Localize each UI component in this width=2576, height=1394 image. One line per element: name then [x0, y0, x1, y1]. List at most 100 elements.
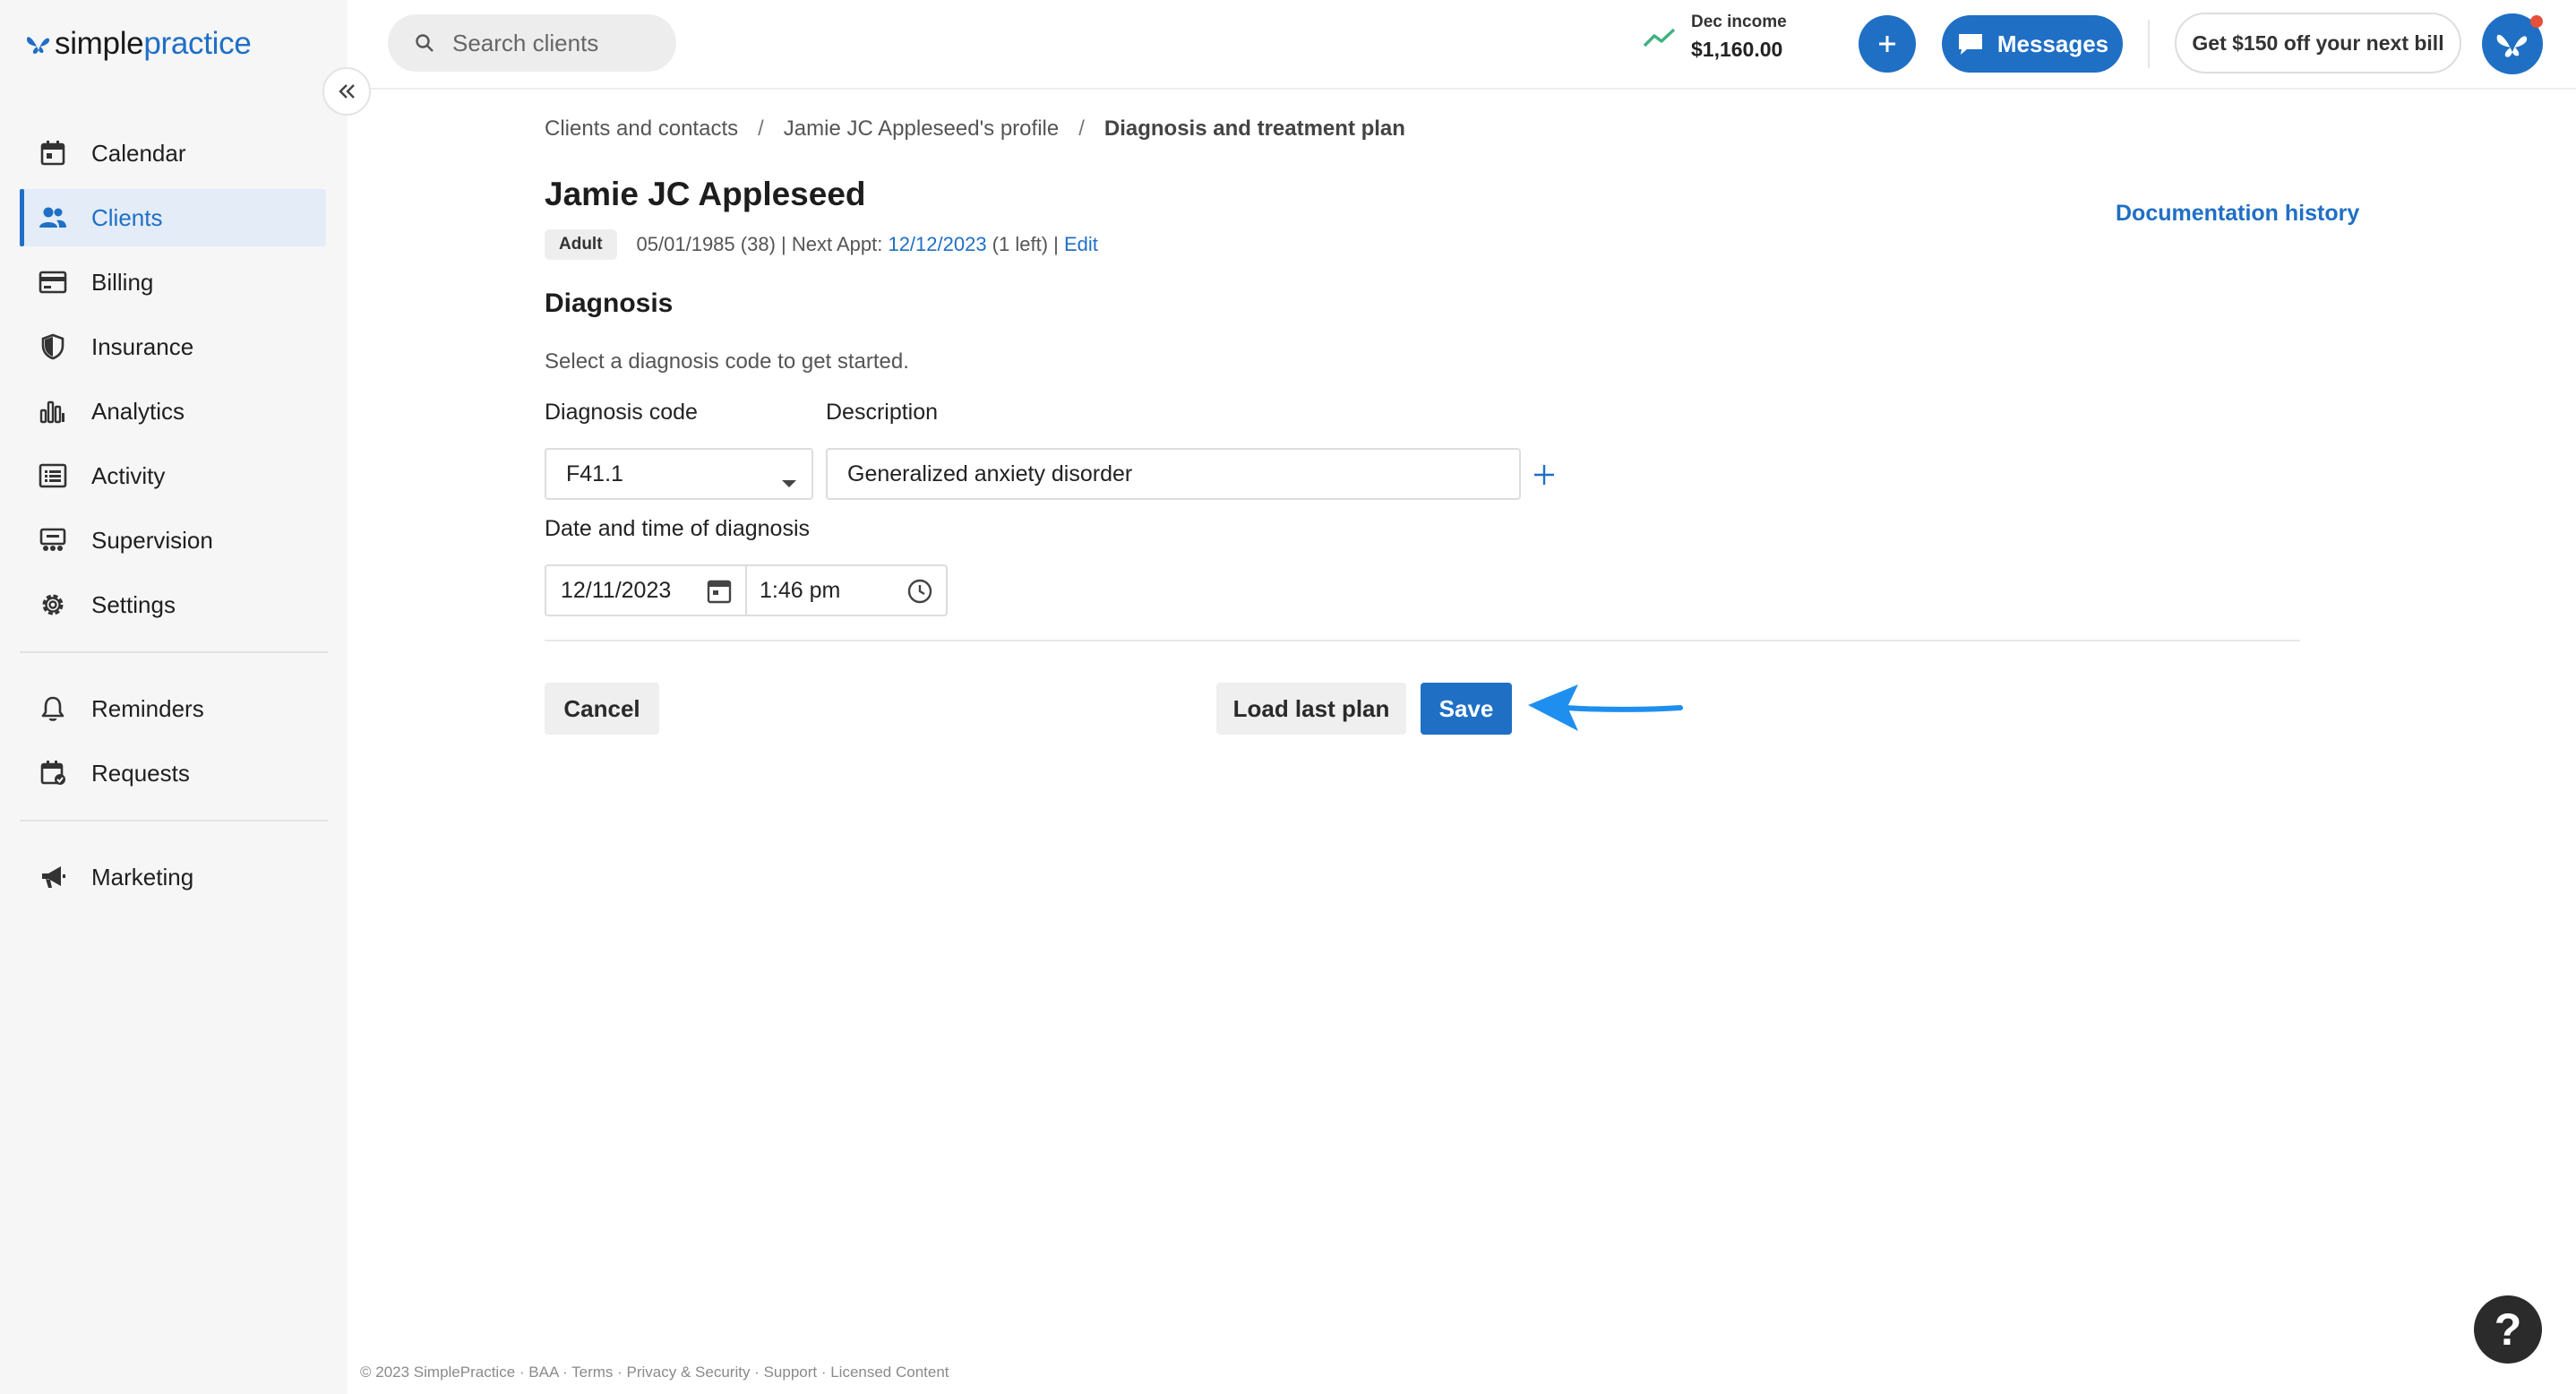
description-label: Description [826, 400, 939, 425]
save-button[interactable]: Save [1421, 683, 1512, 735]
sidebar-item-insurance[interactable]: Insurance [20, 318, 326, 375]
diagnosis-time-input[interactable]: 1:46 pm [747, 566, 946, 615]
megaphone-icon [38, 862, 68, 892]
sidebar: simple practice Calendar Clients Billing … [0, 0, 348, 1394]
page-title: Jamie JC Appleseed [545, 176, 866, 212]
list-icon [38, 460, 68, 491]
sidebar-item-label: Reminders [91, 694, 204, 722]
diagnosis-date-value: 12/11/2023 [561, 577, 672, 603]
clock-icon[interactable] [906, 578, 933, 605]
diagnosis-date-input[interactable]: 12/11/2023 [546, 566, 747, 615]
messages-button[interactable]: Messages [1942, 15, 2123, 73]
chat-bubble-icon [1956, 30, 1985, 57]
breadcrumb-separator: / [758, 116, 764, 141]
next-appt-link[interactable]: 12/12/2023 [888, 233, 986, 256]
sidebar-item-label: Settings [91, 590, 176, 618]
diagnosis-time-value: 1:46 pm [760, 577, 841, 603]
credit-card-icon [38, 267, 68, 297]
shield-icon [38, 331, 68, 362]
income-label: Dec income [1691, 13, 1787, 31]
documentation-history-link[interactable]: Documentation history [2116, 201, 2359, 227]
sidebar-item-reminders[interactable]: Reminders [20, 680, 326, 737]
sidebar-item-label: Insurance [91, 332, 194, 360]
sidebar-item-label: Marketing [91, 863, 194, 891]
diagnosis-code-value: F41.1 [566, 460, 623, 486]
notification-dot [2530, 15, 2543, 28]
search-placeholder: Search clients [452, 29, 599, 56]
monthly-income-widget[interactable]: Dec income $1,160.00 [1643, 13, 1787, 62]
plus-icon [1534, 465, 1554, 485]
sidebar-item-requests[interactable]: Requests [20, 744, 326, 802]
collapse-sidebar-button[interactable] [322, 67, 371, 116]
top-bar: Search clients Dec income $1,160.00 Mess… [348, 0, 2576, 90]
sidebar-item-clients[interactable]: Clients [20, 189, 326, 246]
appointments-remaining: (1 left) | [986, 233, 1064, 255]
diagnosis-code-label: Diagnosis code [545, 400, 698, 425]
gear-icon [38, 589, 68, 620]
simplepractice-logo[interactable]: simple practice [25, 22, 252, 66]
logo-text-simple: simple [55, 26, 144, 61]
income-value: $1,160.00 [1691, 38, 1783, 61]
sidebar-item-label: Activity [91, 461, 166, 489]
arrow-annotation-icon [1528, 684, 1683, 731]
next-appt-label: | Next Appt: [775, 233, 889, 255]
users-icon [38, 202, 68, 233]
description-field[interactable]: Generalized anxiety disorder [826, 448, 1521, 500]
search-clients-input[interactable]: Search clients [388, 14, 676, 72]
calendar-icon [38, 138, 68, 168]
messages-label: Messages [1996, 30, 2109, 57]
sidebar-item-calendar[interactable]: Calendar [20, 125, 326, 182]
breadcrumb-separator: / [1078, 116, 1085, 141]
butterfly-icon [2496, 34, 2528, 57]
help-button[interactable]: ? [2474, 1295, 2542, 1364]
client-dob: 05/01/1985 (38) [636, 233, 776, 255]
caret-down-icon [781, 469, 797, 495]
plus-icon [1879, 36, 1895, 52]
sidebar-item-billing[interactable]: Billing [20, 254, 326, 311]
sidebar-item-label: Calendar [91, 139, 186, 167]
topbar-divider [2148, 20, 2150, 68]
calendar-icon[interactable] [706, 578, 733, 605]
supervision-icon [38, 525, 68, 555]
breadcrumb-clients-link[interactable]: Clients and contacts [545, 116, 738, 142]
sidebar-item-label: Billing [91, 268, 154, 296]
client-meta: Adult 05/01/1985 (38) | Next Appt: 12/12… [545, 229, 1098, 260]
breadcrumb-current: Diagnosis and treatment plan [1103, 116, 1405, 141]
bell-icon [38, 693, 68, 724]
calendar-request-icon [38, 758, 68, 788]
promo-button[interactable]: Get $150 off your next bill [2175, 13, 2461, 73]
butterfly-logo-icon [27, 37, 50, 54]
sidebar-item-settings[interactable]: Settings [20, 576, 326, 633]
sidebar-item-label: Analytics [91, 397, 185, 425]
search-icon [415, 33, 434, 53]
sidebar-item-supervision[interactable]: Supervision [20, 512, 326, 569]
sidebar-divider [20, 651, 328, 653]
trend-up-icon [1643, 28, 1676, 47]
sidebar-item-label: Clients [91, 203, 163, 231]
diagnosis-datetime-label: Date and time of diagnosis [545, 516, 811, 541]
diagnosis-datetime-field: 12/11/2023 1:46 pm [545, 564, 948, 616]
sidebar-item-label: Supervision [91, 526, 213, 554]
double-chevron-left-icon [339, 84, 355, 99]
load-last-plan-button[interactable]: Load last plan [1216, 683, 1406, 735]
section-divider [545, 640, 2300, 641]
sidebar-item-analytics[interactable]: Analytics [20, 383, 326, 440]
sidebar-item-label: Requests [91, 759, 190, 787]
breadcrumb-profile-link[interactable]: Jamie JC Appleseed's profile [784, 116, 1059, 142]
cancel-button[interactable]: Cancel [545, 683, 659, 735]
diagnosis-code-select[interactable]: F41.1 [545, 448, 813, 500]
sidebar-item-marketing[interactable]: Marketing [20, 848, 326, 906]
diagnosis-heading: Diagnosis [545, 288, 674, 318]
sidebar-divider [20, 820, 328, 822]
client-type-badge: Adult [545, 229, 617, 260]
bar-chart-icon [38, 396, 68, 426]
description-value: Generalized anxiety disorder [847, 460, 1133, 486]
diagnosis-helper-text: Select a diagnosis code to get started. [545, 349, 909, 374]
breadcrumb: Clients and contacts / Jamie JC Applesee… [545, 116, 1405, 142]
edit-client-link[interactable]: Edit [1064, 233, 1098, 256]
create-new-button[interactable] [1859, 15, 1916, 73]
sidebar-item-activity[interactable]: Activity [20, 447, 326, 504]
add-diagnosis-button[interactable] [1528, 459, 1560, 491]
logo-text-practice: practice [143, 26, 252, 61]
footer-links[interactable]: © 2023 SimplePractice · BAA · Terms · Pr… [360, 1364, 949, 1381]
